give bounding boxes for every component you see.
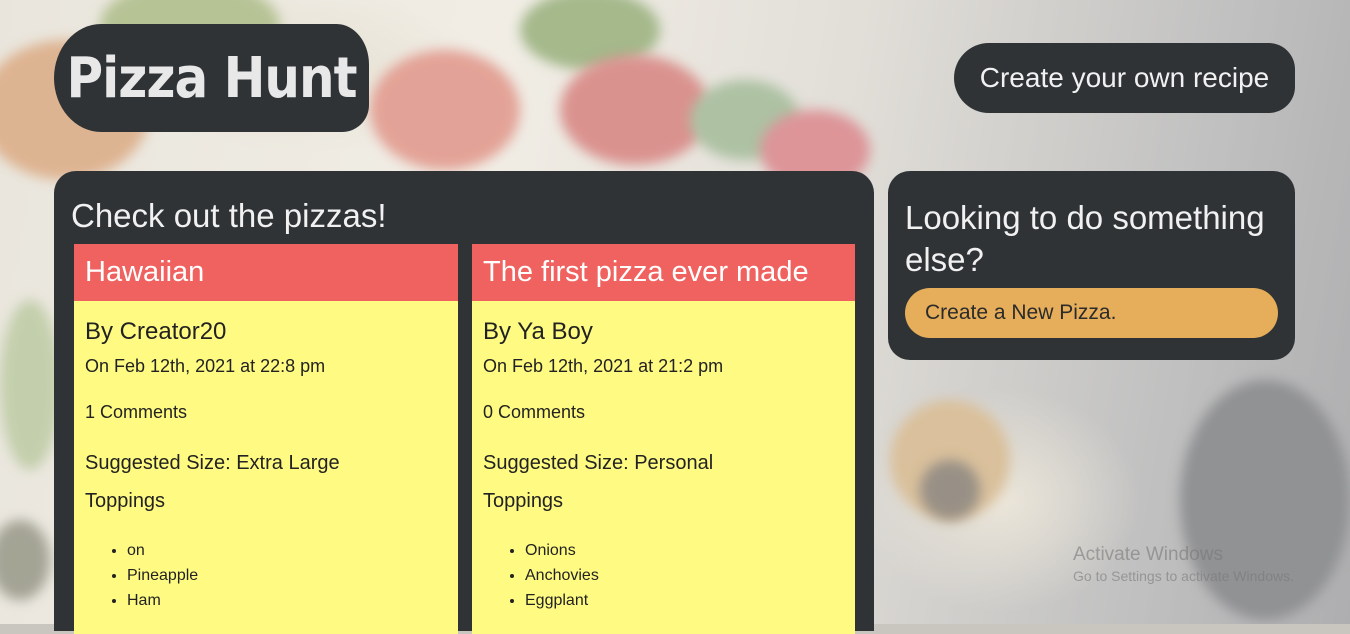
topping-item: Ham — [127, 588, 447, 613]
pizza-list-panel: Check out the pizzas! Hawaiian By Creato… — [54, 171, 874, 634]
pizza-suggested-size: Suggested Size: Extra Large — [85, 452, 340, 474]
pizza-list-title: Check out the pizzas! — [71, 197, 387, 234]
toppings-list: Onions Anchovies Eggplant — [483, 538, 844, 613]
topping-item: Pineapple — [127, 563, 447, 588]
create-new-pizza-button[interactable]: Create a New Pizza. — [905, 288, 1278, 338]
watermark-line-2: Go to Settings to activate Windows. — [1073, 568, 1294, 584]
pizza-comments-count: 0 Comments — [483, 402, 586, 422]
watermark-line-1: Activate Windows — [1073, 544, 1223, 565]
toppings-heading: Toppings — [483, 490, 564, 512]
topping-item: Onions — [525, 538, 844, 563]
logo-text: Pizza Hunt — [66, 45, 357, 111]
side-panel-title: Looking to do something else? — [905, 199, 1265, 278]
toppings-list: on Pineapple Ham — [85, 538, 447, 613]
pizza-author: By Ya Boy — [483, 318, 593, 345]
site-logo[interactable]: Pizza Hunt — [54, 24, 369, 132]
pizza-card: The first pizza ever made By Ya Boy On F… — [472, 244, 855, 634]
create-recipe-link[interactable]: Create your own recipe — [954, 43, 1295, 113]
topping-item: Eggplant — [525, 588, 844, 613]
pizza-suggested-size: Suggested Size: Personal — [483, 452, 714, 474]
pizza-date: On Feb 12th, 2021 at 22:8 pm — [85, 356, 326, 376]
activate-windows-watermark: Activate Windows Go to Settings to activ… — [1073, 544, 1294, 584]
topping-item: Anchovies — [525, 563, 844, 588]
pizza-comments-count: 1 Comments — [85, 402, 188, 422]
pizza-card-title[interactable]: Hawaiian — [74, 244, 458, 301]
topping-item: on — [127, 538, 447, 563]
pizza-author: By Creator20 — [85, 318, 227, 345]
pizza-date: On Feb 12th, 2021 at 21:2 pm — [483, 356, 724, 376]
toppings-heading: Toppings — [85, 490, 166, 512]
pizza-card-title[interactable]: The first pizza ever made — [472, 244, 855, 301]
pizza-card: Hawaiian By Creator20 On Feb 12th, 2021 … — [74, 244, 458, 634]
side-panel: Looking to do something else? Create a N… — [888, 171, 1295, 360]
